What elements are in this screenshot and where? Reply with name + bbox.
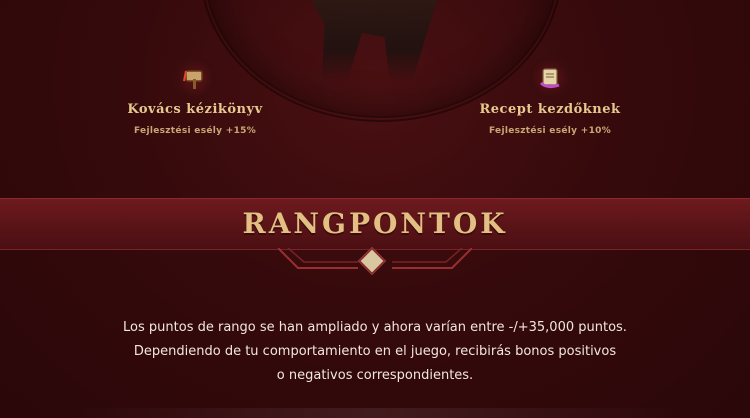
description-line: o negativos correspondientes. xyxy=(276,368,474,383)
description: Los puntos de rango se han ampliado y ah… xyxy=(75,316,675,388)
perk-blacksmith-manual: Kovács kézikönyv Fejlesztési esély +15% xyxy=(85,56,305,136)
perk-bonus: Fejlesztési esély +10% xyxy=(488,126,612,136)
description-line: Los puntos de rango se han ampliado y ah… xyxy=(123,320,627,335)
scroll-icon xyxy=(528,56,572,100)
hammer-icon xyxy=(173,56,217,100)
section-banner: RANGPONTOK xyxy=(0,198,750,250)
perk-recipe-beginners: Recept kezdőknek Fejlesztési esély +10% xyxy=(440,56,660,136)
section-title: RANGPONTOK xyxy=(242,207,508,240)
cut-off-text xyxy=(60,408,690,418)
perk-bonus: Fejlesztési esély +15% xyxy=(133,126,257,136)
perk-title: Recept kezdőknek xyxy=(479,102,621,117)
description-line: Dependiendo de tu comportamiento en el j… xyxy=(133,344,617,359)
perk-title: Kovács kézikönyv xyxy=(127,102,263,117)
